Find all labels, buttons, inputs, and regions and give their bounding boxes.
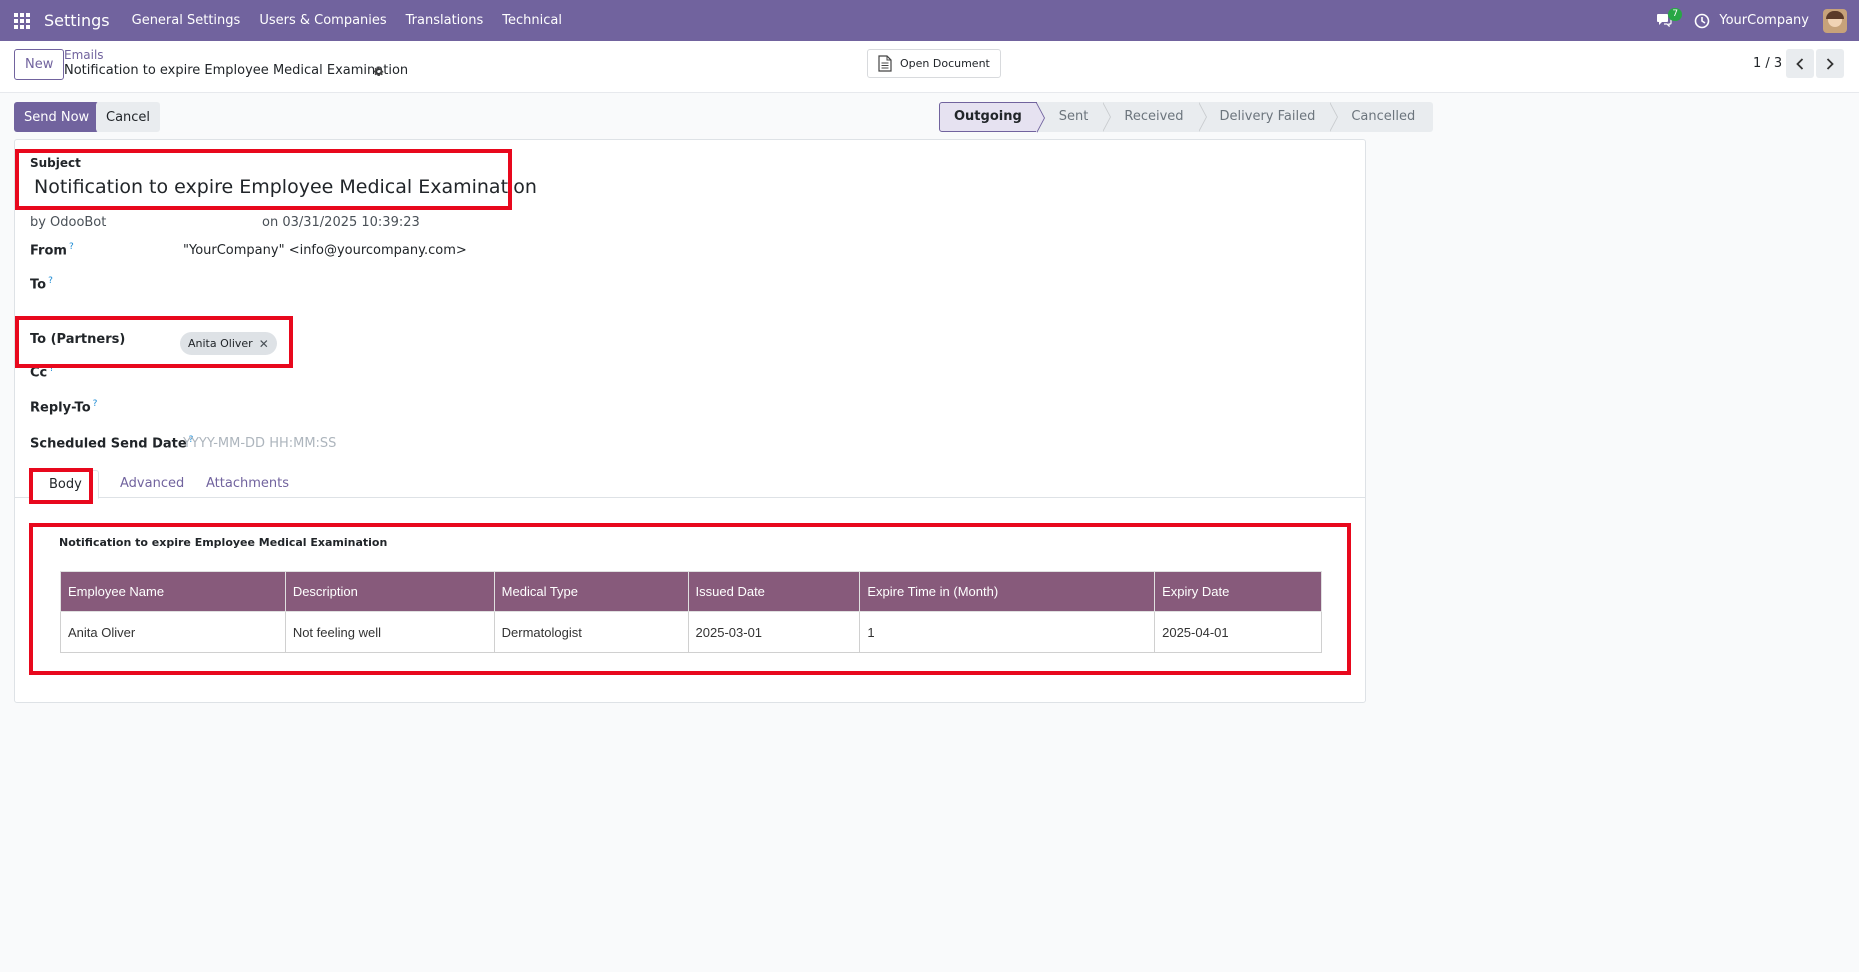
- pager-value[interactable]: 1 / 3: [1753, 56, 1782, 71]
- pager-previous-button[interactable]: [1786, 49, 1814, 78]
- status-bar: Outgoing Sent Received Delivery Failed C…: [939, 102, 1434, 133]
- scheduled-send-date-input[interactable]: YYYY-MM-DD HH:MM:SS: [183, 436, 336, 451]
- cancel-button[interactable]: Cancel: [96, 102, 161, 132]
- open-document-button[interactable]: Open Document: [867, 49, 1001, 78]
- chevron-right-icon: [1826, 57, 1834, 70]
- from-label: From?: [30, 242, 74, 259]
- highlight-body-tab: [29, 468, 93, 504]
- clock-icon[interactable]: [1694, 13, 1710, 29]
- status-delivery-failed[interactable]: Delivery Failed: [1197, 102, 1339, 132]
- menu-translations[interactable]: Translations: [406, 13, 484, 28]
- chevron-left-icon: [1796, 57, 1804, 70]
- document-icon: [878, 55, 892, 72]
- breadcrumb-current: Notification to expire Employee Medical …: [64, 63, 409, 78]
- control-panel: New Emails Notification to expire Employ…: [0, 41, 1859, 93]
- breadcrumb-emails[interactable]: Emails: [64, 48, 104, 62]
- menu-users-companies[interactable]: Users & Companies: [259, 13, 386, 28]
- apps-menu-icon[interactable]: [0, 0, 44, 41]
- notebook-tabs: Body Advanced Attachments: [15, 470, 1365, 499]
- from-field[interactable]: "YourCompany" <info@yourcompany.com>: [183, 243, 467, 258]
- highlight-subject: [15, 149, 512, 210]
- open-document-label: Open Document: [900, 57, 990, 70]
- chat-badge: 7: [1668, 7, 1683, 21]
- by-label: by: [30, 215, 46, 230]
- company-switcher[interactable]: YourCompany: [1719, 13, 1809, 28]
- gear-icon[interactable]: [372, 65, 385, 78]
- date-value: on 03/31/2025 10:39:23: [262, 215, 420, 230]
- pager-next-button[interactable]: [1816, 49, 1844, 78]
- user-avatar[interactable]: [1823, 8, 1847, 33]
- status-sent[interactable]: Sent: [1036, 102, 1111, 132]
- top-navbar: Settings General Settings Users & Compan…: [0, 0, 1859, 41]
- chat-icon[interactable]: 7: [1656, 7, 1683, 31]
- new-button[interactable]: New: [14, 49, 65, 80]
- scheduled-send-date-label: Scheduled Send Date?: [30, 435, 194, 452]
- author-value: OdooBot: [50, 215, 107, 230]
- status-received[interactable]: Received: [1102, 102, 1207, 132]
- reply-to-label: Reply-To?: [30, 399, 98, 416]
- tab-attachments[interactable]: Attachments: [190, 470, 305, 498]
- menu-general-settings[interactable]: General Settings: [132, 13, 241, 28]
- highlight-to-partners: [15, 316, 293, 368]
- app-name[interactable]: Settings: [44, 11, 110, 30]
- tab-advanced[interactable]: Advanced: [104, 470, 200, 498]
- to-label: To?: [30, 276, 53, 293]
- status-cancelled[interactable]: Cancelled: [1329, 102, 1434, 132]
- status-outgoing[interactable]: Outgoing: [939, 102, 1045, 133]
- highlight-body-content: [29, 523, 1351, 675]
- menu-technical[interactable]: Technical: [502, 13, 562, 28]
- send-now-button[interactable]: Send Now: [14, 102, 100, 132]
